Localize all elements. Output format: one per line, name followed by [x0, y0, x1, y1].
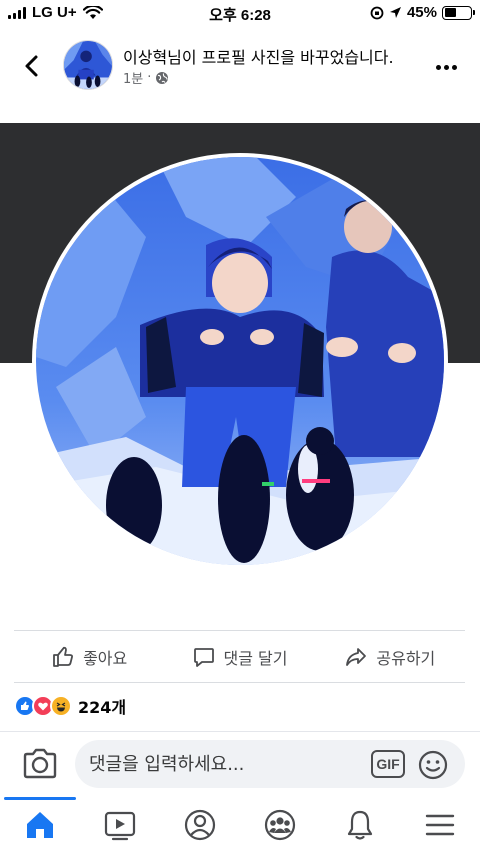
- more-dot: [443, 64, 449, 70]
- wifi-icon: [82, 5, 103, 19]
- carrier-label: LG U+: [32, 4, 77, 21]
- globe-icon: [156, 71, 169, 84]
- divider-top: [14, 630, 465, 631]
- status-left: LG U+: [8, 4, 103, 21]
- chevron-left-icon: [25, 55, 38, 77]
- profile-photo[interactable]: [32, 153, 448, 569]
- nav-profile[interactable]: [160, 795, 240, 854]
- haha-reaction-icon: [50, 695, 72, 717]
- groups-icon: [264, 809, 296, 840]
- post-meta: 1분 ·: [123, 68, 169, 87]
- meta-separator: ·: [147, 70, 152, 85]
- profile-photo-area: [0, 123, 480, 603]
- home-icon: [27, 811, 53, 838]
- post-header: 이상혁님이 프로필 사진을 바꾸었습니다. 1분 ·: [0, 26, 480, 106]
- profile-photo-image: [36, 157, 444, 565]
- comment-label: 댓글 달기: [223, 649, 288, 668]
- status-bar: LG U+ 오후 6:28 45%: [0, 0, 480, 26]
- emoji-icon[interactable]: [418, 750, 448, 780]
- battery-icon: [442, 5, 475, 20]
- nav-watch[interactable]: [80, 795, 160, 854]
- more-options-button[interactable]: [428, 52, 464, 82]
- reactions-summary[interactable]: 224개: [14, 694, 126, 718]
- back-button[interactable]: [12, 48, 52, 84]
- status-right: 45%: [370, 4, 475, 21]
- location-icon: [389, 7, 401, 18]
- avatar-image: [64, 41, 112, 89]
- signal-icon: [8, 6, 26, 19]
- share-label: 공유하기: [376, 649, 436, 668]
- post-title: 이상혁님이 프로필 사진을 바꾸었습니다.: [123, 48, 394, 67]
- gif-button[interactable]: GIF: [371, 750, 405, 778]
- bottom-nav: [0, 795, 480, 854]
- menu-icon: [425, 814, 455, 835]
- share-icon: [346, 648, 367, 666]
- post-actions: 좋아요 댓글 달기 공유하기: [14, 634, 465, 680]
- share-button[interactable]: 공유하기: [315, 634, 465, 680]
- nav-groups[interactable]: [240, 795, 320, 854]
- notifications-icon: [347, 810, 373, 840]
- profile-icon: [184, 809, 216, 840]
- comment-bar: GIF: [0, 731, 480, 795]
- divider-bottom: [14, 682, 465, 683]
- like-label: 좋아요: [83, 649, 128, 668]
- comment-icon: [193, 648, 214, 667]
- nav-home[interactable]: [0, 795, 80, 854]
- avatar[interactable]: [63, 40, 113, 90]
- battery-fill: [444, 8, 456, 17]
- thumbs-up-icon: [53, 646, 74, 667]
- more-dot: [451, 64, 457, 70]
- more-dot: [435, 64, 441, 70]
- battery-percent: 45%: [406, 4, 437, 21]
- comment-input[interactable]: [75, 740, 465, 788]
- nav-notifications[interactable]: [320, 795, 400, 854]
- nav-menu[interactable]: [400, 795, 480, 854]
- orientation-lock-icon: [370, 6, 384, 19]
- post-time[interactable]: 1분: [123, 68, 143, 87]
- like-button[interactable]: 좋아요: [14, 634, 164, 680]
- watch-icon: [104, 811, 136, 840]
- reaction-count: 224개: [78, 698, 127, 717]
- camera-icon[interactable]: [22, 748, 58, 780]
- comment-button[interactable]: 댓글 달기: [164, 634, 314, 680]
